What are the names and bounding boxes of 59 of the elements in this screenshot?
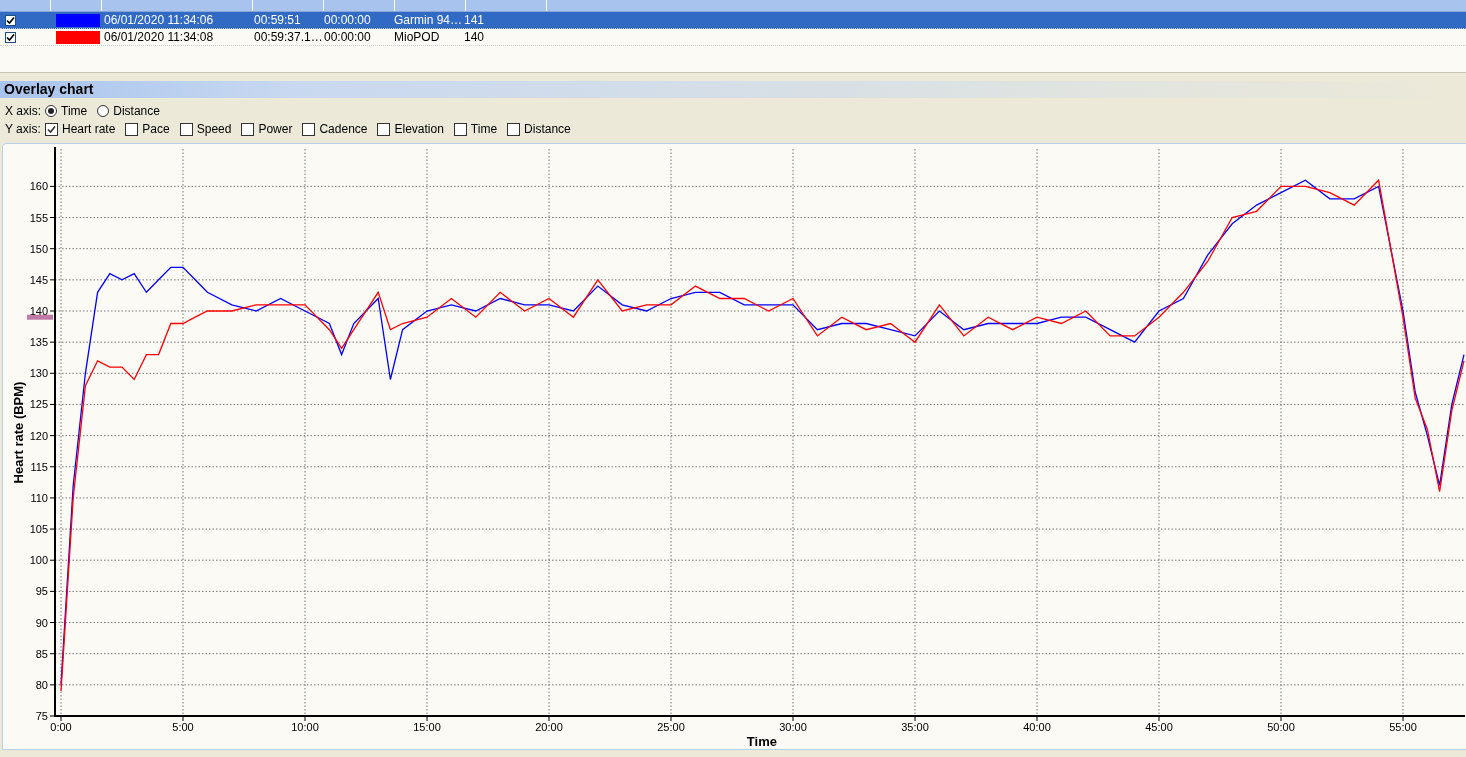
x-tick-label: 0:00	[50, 721, 72, 733]
checkbox-option[interactable]: Elevation	[377, 122, 444, 136]
x-tick-label: 30:00	[779, 721, 807, 733]
radio-option[interactable]: Time	[45, 104, 88, 118]
x-tick-label: 10:00	[291, 721, 319, 733]
start-time: 06/01/2020 11:34:06	[104, 13, 214, 27]
x-tick-label: 50:00	[1267, 721, 1295, 733]
y-tick-label: 160	[29, 180, 48, 193]
table-cell: 00:00:00	[324, 30, 371, 44]
x-tick-label: 40:00	[1023, 721, 1051, 733]
x-tick-label: 35:00	[901, 721, 929, 733]
y-tick-label: 135	[29, 336, 48, 349]
activity-row[interactable]: 06/01/2020 11:34:06 00:59:51 00:00:00 Garmin 94… 141	[0, 12, 1466, 29]
activity-row[interactable]: 06/01/2020 11:34:08 00:59:37.1…00:00:00 MioPOD 140	[0, 29, 1466, 46]
y-tick-label: 125	[29, 398, 48, 411]
checkbox-option[interactable]: Power	[241, 122, 293, 136]
checkbox-option[interactable]: Speed	[179, 122, 232, 136]
y-tick-label: 130	[29, 367, 48, 380]
x-tick-label: 20:00	[535, 721, 563, 733]
y-axis-title: Heart rate (BPM)	[11, 381, 26, 484]
y-tick-label: 100	[29, 554, 48, 567]
row-checkbox[interactable]	[5, 31, 16, 43]
x-tick-label: 45:00	[1145, 721, 1173, 733]
checkbox-option[interactable]: Heart rate	[45, 122, 116, 136]
y-tick-label: 150	[29, 242, 48, 255]
value-marker	[27, 314, 53, 320]
x-axis-title: Time	[746, 734, 777, 749]
y-tick-label: 90	[35, 616, 48, 629]
checkbox-option[interactable]: Time	[453, 122, 498, 136]
device-name: MioPOD	[394, 30, 440, 44]
row-checkbox[interactable]	[5, 14, 16, 26]
y-tick-label: 120	[29, 429, 48, 442]
x-axis-label: X axis:	[5, 104, 41, 118]
y-tick-label: 75	[35, 710, 48, 722]
y-axis-label: Y axis:	[5, 122, 41, 136]
heart-rate: 141	[464, 13, 485, 27]
y-tick-label: 85	[35, 647, 48, 660]
radio-option[interactable]: Distance	[97, 104, 160, 118]
table-cell: 00:00:00	[324, 13, 371, 27]
checkbox-option[interactable]: Pace	[125, 122, 170, 136]
x-tick-label: 55:00	[1389, 721, 1417, 733]
y-tick-label: 155	[29, 211, 48, 224]
y-tick-label: 105	[29, 523, 48, 536]
start-time: 06/01/2020 11:34:08	[104, 30, 214, 44]
x-tick-label: 25:00	[657, 721, 685, 733]
device-name: Garmin 94…	[394, 13, 463, 27]
x-tick-label: 5:00	[172, 721, 194, 733]
y-tick-label: 115	[30, 460, 48, 473]
y-tick-label: 140	[29, 305, 48, 317]
y-tick-label: 145	[29, 273, 48, 286]
duration: 00:59:37.1…	[254, 30, 323, 44]
y-tick-label: 110	[30, 491, 48, 504]
checkbox-option[interactable]: Cadence	[302, 122, 368, 136]
checkbox-option[interactable]: Distance	[507, 122, 571, 136]
y-tick-label: 80	[35, 678, 48, 691]
y-tick-label: 95	[35, 585, 48, 598]
x-tick-label: 15:00	[413, 721, 441, 733]
heart-rate: 140	[464, 30, 485, 44]
duration: 00:59:51	[254, 13, 301, 27]
